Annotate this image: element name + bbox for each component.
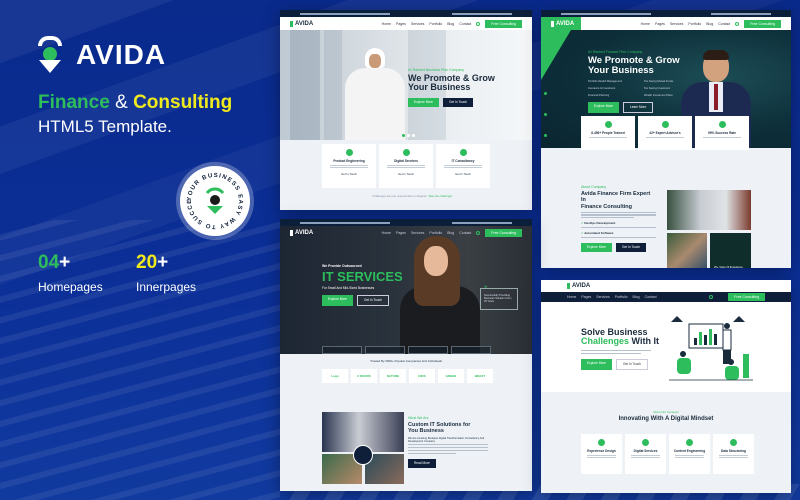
tagline: Finance & Consulting	[38, 92, 232, 114]
navbar: Home Pages Services Portfolio Blog Contact Fr…	[541, 292, 791, 302]
meeting-photo	[667, 190, 751, 230]
brand-logo: AVIDA	[38, 36, 166, 74]
design-icon	[598, 439, 605, 446]
explore-more-button: Explore More	[408, 97, 439, 107]
get-in-touch-button: Get In Touch	[442, 97, 473, 107]
section-heading: About Our Company Innovating With A Digi…	[618, 410, 714, 422]
nav-menu: Home Pages Services Portfolio Blog Contact	[381, 21, 472, 26]
tagline-finance: Finance	[38, 92, 110, 113]
search-icon	[476, 21, 481, 26]
data-icon	[730, 439, 737, 446]
trusted-text: Trusted By 3000+ Popular Companies And I…	[370, 359, 442, 363]
tagline-amp: &	[115, 92, 128, 113]
tagline-consulting: Consulting	[133, 92, 233, 113]
nav-logo: AVIDA	[290, 20, 313, 27]
people-icon	[604, 121, 612, 128]
team-photo	[667, 233, 707, 268]
hero-woman-image	[400, 236, 480, 354]
header: AVIDA	[541, 280, 791, 292]
view-more-button: View More	[650, 492, 677, 493]
preview-home-4[interactable]: AVIDA Home Pages Services Portfolio Blog Cont…	[541, 280, 791, 493]
subtitle: HTML5 Template.	[38, 117, 172, 136]
quote-box: Successfully Providing Business Solution…	[480, 285, 518, 310]
service-chips	[322, 346, 491, 354]
hero-title: We Promote & Grow Your Business	[588, 55, 680, 76]
preview-home-2[interactable]: AVIDA Home Pages Services Portfolio Blog Cont…	[541, 10, 791, 268]
engineering-icon	[686, 439, 693, 446]
experience-card: 25+ Years Of Experience	[710, 233, 751, 268]
digital-icon	[402, 149, 410, 156]
about-section: About Company Avida Finance Firm Expert …	[581, 185, 656, 252]
avida-logo-icon	[38, 36, 62, 74]
hero-section: AVIDA Home Pages Services Portfolio Blog Cont…	[280, 226, 532, 354]
services-row: Product Engineering Get In Touch Digital …	[322, 144, 490, 188]
preview-home-1[interactable]: AVIDA Home Pages Services Portfolio Blog Cont…	[280, 10, 532, 210]
navbar: AVIDA Home Pages Services Portfolio Blog Cont…	[280, 17, 532, 30]
search-icon	[709, 295, 714, 299]
business-illustration	[669, 316, 753, 381]
success-icon	[718, 121, 726, 128]
hero-title: We Promote & Grow Your Business	[408, 73, 495, 93]
preview-home-3[interactable]: AVIDA Home Pages Services Portfolio Blog Cont…	[280, 219, 532, 491]
experience-badge	[353, 445, 373, 465]
stat-homepages: 04+ Homepages	[38, 252, 103, 294]
hero-section: #1 Ranked Business Plan Company We Promo…	[280, 30, 532, 140]
about-section: What We Are Custom IT Solutions for You B…	[408, 416, 488, 468]
stats-cards-row: 8,456+ People Trained 42+ Expert Advisor…	[581, 116, 749, 150]
hero-title: IT SERVICES	[322, 269, 403, 284]
stat-innerpages: 20+ Innerpages	[136, 252, 197, 294]
advisor-icon	[661, 121, 669, 128]
digital-icon	[642, 439, 649, 446]
navbar: AVIDA Home Pages Services Portfolio Blog Cont…	[541, 17, 791, 30]
circular-badge: YOUR BUSINESS EASY WAY TO SUCCESS	[180, 166, 250, 236]
search-icon	[735, 21, 740, 26]
hero-person-image	[345, 48, 405, 140]
service-card: Product Engineering Get In Touch	[322, 144, 376, 188]
footnote: Challenges are just opportunities in dis…	[372, 194, 453, 198]
hero-title: Solve Business Challenges With It	[581, 327, 659, 347]
topbar	[280, 10, 532, 17]
free-consulting-button: Free Consulting	[485, 19, 522, 28]
gear-icon	[345, 149, 353, 156]
feature-list: Portfolio Wealth Management Tax Saving Mu…	[588, 79, 674, 97]
hero-section: Solve Business Challenges With It Explor…	[541, 302, 791, 392]
search-icon	[476, 230, 481, 235]
monitor-icon	[459, 149, 467, 156]
brand-name: AVIDA	[76, 39, 167, 70]
slider-dots	[402, 134, 415, 137]
client-logos: Logo 3 DOORS NATURE KIDS GREEN BRAST	[322, 369, 493, 383]
service-card: IT Consultancy Get In Touch	[436, 144, 490, 188]
service-card: Digital Services Get In Touch	[379, 144, 433, 188]
services-row: Experience Design Digital Services Conte…	[581, 434, 754, 474]
